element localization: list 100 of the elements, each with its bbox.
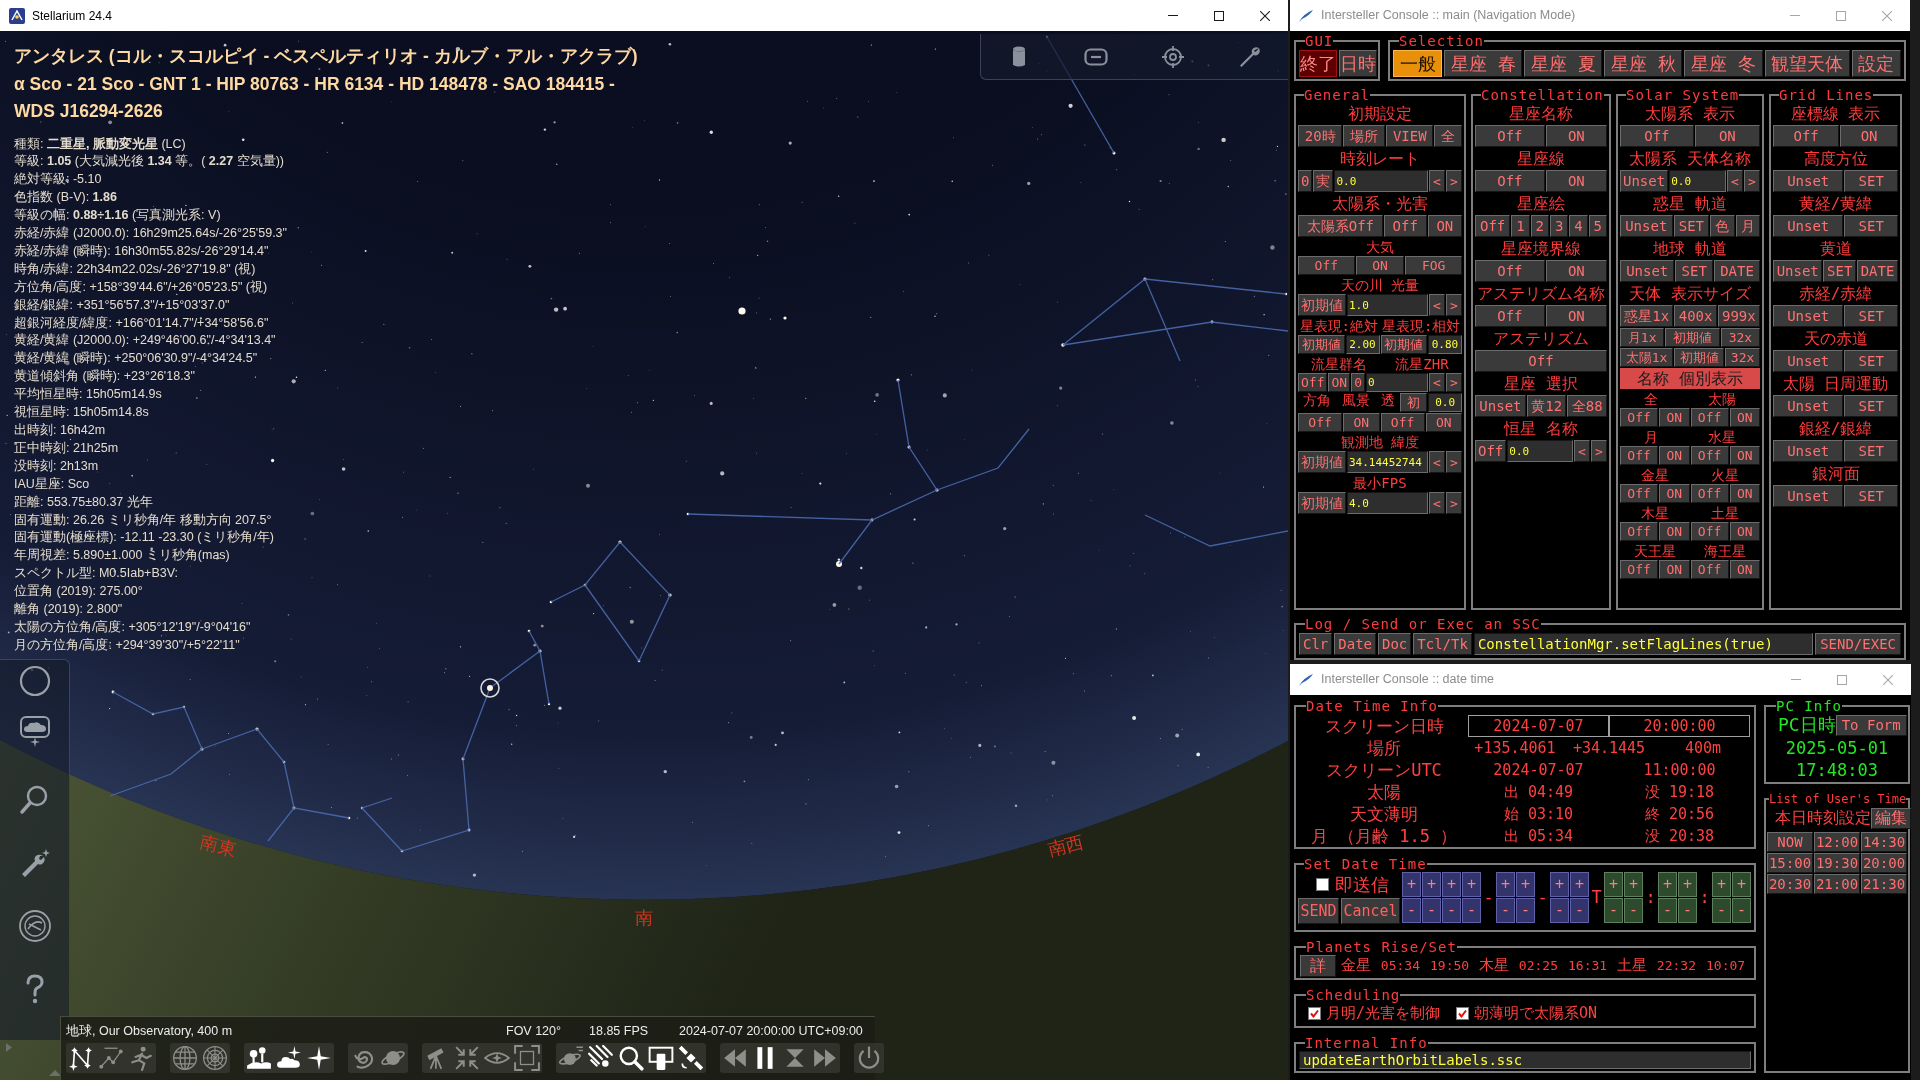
option-button[interactable]: 月	[1735, 215, 1760, 237]
option-button[interactable]: 初期値	[1298, 335, 1345, 354]
value-field[interactable]: 4.0	[1347, 492, 1428, 514]
increment-button[interactable]: +	[1732, 872, 1751, 897]
option-button[interactable]: Unset	[1620, 260, 1675, 282]
arrow-button[interactable]: >	[1446, 170, 1462, 192]
option-button[interactable]: 0	[1351, 373, 1365, 392]
option-button[interactable]: 20時	[1298, 125, 1343, 147]
option-button[interactable]: ON	[1840, 125, 1898, 147]
option-button[interactable]: Off	[1475, 170, 1545, 192]
option-button[interactable]: ON	[1729, 522, 1761, 541]
option-button[interactable]: Unset	[1773, 215, 1844, 237]
decrement-button[interactable]: -	[1442, 898, 1461, 923]
selection-marker-icon[interactable]	[480, 678, 500, 698]
arrow-button[interactable]: <	[1727, 170, 1743, 192]
option-button[interactable]: 全88	[1567, 395, 1607, 417]
option-button[interactable]: 色	[1710, 215, 1735, 237]
option-button[interactable]: 4	[1569, 215, 1588, 237]
option-button[interactable]: 5	[1588, 215, 1607, 237]
option-button[interactable]: FOG	[1405, 256, 1462, 275]
fullscreen-icon[interactable]	[514, 1045, 540, 1071]
option-button[interactable]: 1	[1511, 215, 1530, 237]
option-button[interactable]: DATE	[1857, 260, 1898, 282]
option-button[interactable]: SET	[1844, 305, 1898, 327]
option-button[interactable]: Unset	[1620, 215, 1673, 237]
option-button[interactable]: ON	[1343, 413, 1380, 432]
value-field[interactable]: 34.14452744	[1347, 451, 1428, 473]
option-button[interactable]: Off	[1620, 560, 1659, 579]
search-icon[interactable]	[618, 1045, 644, 1071]
arrow-button[interactable]: >	[1744, 170, 1760, 192]
log-button[interactable]: Tcl/Tk	[1413, 633, 1472, 655]
option-button[interactable]: Off	[1298, 373, 1328, 392]
option-button[interactable]: Off	[1690, 408, 1729, 427]
arrows-inward-icon[interactable]	[454, 1045, 480, 1071]
decrement-button[interactable]: -	[1462, 898, 1481, 923]
ring-icon[interactable]	[18, 665, 51, 697]
option-button[interactable]: ON	[1545, 125, 1607, 147]
option-button[interactable]: Off	[1620, 522, 1659, 541]
value-field[interactable]: 0.80	[1428, 335, 1462, 354]
decrement-button[interactable]: -	[1570, 898, 1589, 923]
maximize-icon[interactable]	[1214, 10, 1224, 21]
satellite-icon[interactable]	[678, 1045, 704, 1071]
option-button[interactable]: 惑星1x	[1620, 305, 1674, 327]
option-button[interactable]: 場所	[1343, 125, 1386, 147]
option-button[interactable]: Off	[1475, 440, 1507, 462]
option-button[interactable]: ON	[1659, 408, 1690, 427]
increment-button[interactable]: +	[1604, 872, 1623, 897]
edit-button[interactable]: 編集	[1871, 807, 1911, 829]
monitor-icon[interactable]	[648, 1045, 674, 1071]
time-preset-button[interactable]: 21:00	[1814, 874, 1860, 894]
arrow-button[interactable]: >	[1446, 492, 1462, 514]
option-button[interactable]: SET	[1844, 215, 1898, 237]
to-form-button[interactable]: To Form	[1835, 714, 1907, 736]
arrow-button[interactable]: <	[1574, 440, 1590, 462]
option-button[interactable]: Off	[1298, 256, 1355, 275]
arrow-button[interactable]: >	[1446, 451, 1462, 473]
option-button[interactable]: SET	[1844, 440, 1898, 462]
option-button[interactable]: 32x	[1725, 348, 1760, 367]
option-button[interactable]: 400x	[1674, 305, 1717, 327]
option-button[interactable]: 黄12	[1526, 395, 1567, 417]
selection-tab[interactable]: 設定	[1851, 50, 1901, 77]
time-preset-button[interactable]: 14:30	[1861, 832, 1907, 852]
option-button[interactable]: 32x	[1720, 328, 1760, 347]
value-field[interactable]: 1.0	[1347, 294, 1428, 316]
selection-tab[interactable]: 星座 冬	[1684, 50, 1763, 77]
decrement-button[interactable]: -	[1516, 898, 1535, 923]
gui-button[interactable]: 終了	[1299, 50, 1337, 77]
checkbox[interactable]	[1456, 1007, 1470, 1020]
cloud-sun-icon[interactable]	[276, 1045, 302, 1071]
option-button[interactable]: ON	[1545, 170, 1607, 192]
option-button[interactable]: 初期値	[1298, 451, 1346, 473]
command-field[interactable]: ConstellationMgr.setFlagLines(true)	[1473, 633, 1814, 655]
option-button[interactable]: 初期値	[1673, 348, 1725, 367]
decrement-button[interactable]: -	[1624, 898, 1643, 923]
increment-button[interactable]: +	[1624, 872, 1643, 897]
option-button[interactable]: Unset	[1773, 485, 1844, 507]
increment-button[interactable]: +	[1442, 872, 1461, 897]
option-button[interactable]: 初期値	[1380, 335, 1427, 354]
log-button[interactable]: Doc	[1378, 633, 1412, 655]
option-button[interactable]: 太陽系Off	[1298, 215, 1383, 237]
increment-button[interactable]: +	[1496, 872, 1515, 897]
decrement-button[interactable]: -	[1496, 898, 1515, 923]
option-button[interactable]: SET	[1844, 170, 1898, 192]
decrement-button[interactable]: -	[1732, 898, 1751, 923]
option-button[interactable]: Off	[1383, 215, 1427, 237]
selection-tab[interactable]: 星座 夏	[1524, 50, 1603, 77]
option-button[interactable]: Unset	[1475, 395, 1526, 417]
option-button[interactable]: Off	[1620, 125, 1694, 147]
emblem-icon[interactable]	[18, 910, 51, 942]
arrow-button[interactable]: >	[1446, 294, 1462, 316]
arrow-button[interactable]: >	[1591, 440, 1607, 462]
option-button[interactable]: 月1x	[1620, 328, 1665, 347]
option-button[interactable]: ON	[1729, 446, 1761, 465]
option-button[interactable]: Unset	[1773, 440, 1844, 462]
option-button[interactable]: 実	[1313, 170, 1334, 192]
option-button[interactable]: ON	[1659, 484, 1690, 503]
value-field[interactable]: 0.0	[1507, 440, 1573, 462]
option-button[interactable]: Off	[1298, 413, 1343, 432]
option-button[interactable]: SET	[1844, 350, 1898, 372]
increment-button[interactable]: +	[1516, 872, 1535, 897]
